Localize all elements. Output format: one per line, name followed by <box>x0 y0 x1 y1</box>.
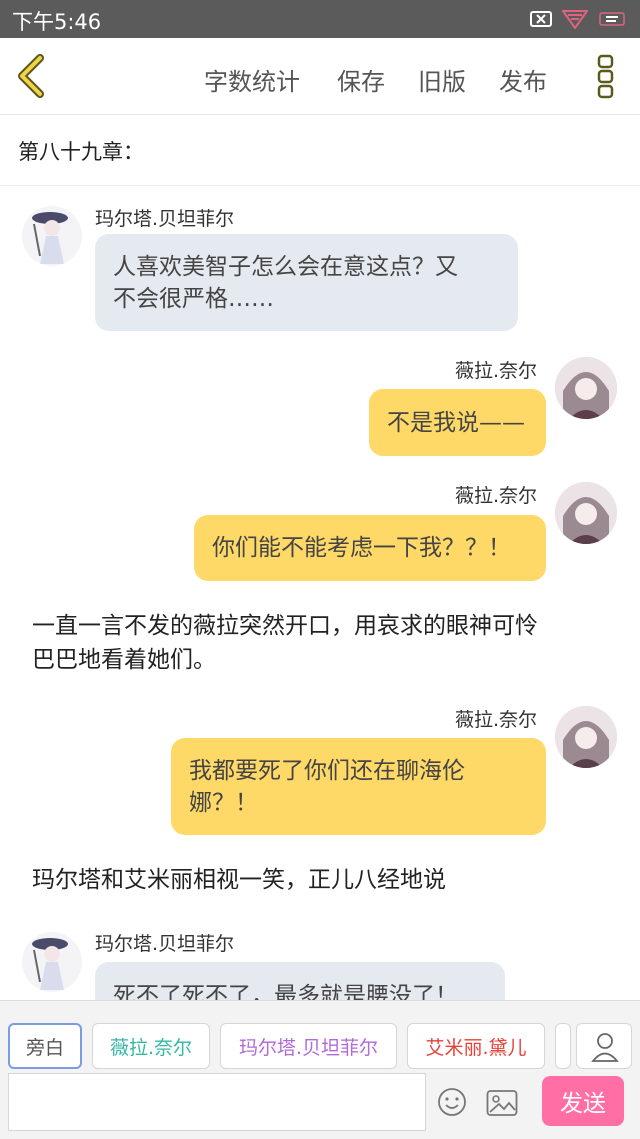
smile-icon <box>438 1088 466 1116</box>
status-bar: 下午5:46 <box>0 0 640 38</box>
image-icon <box>486 1090 518 1116</box>
back-button[interactable] <box>12 54 52 98</box>
avatar[interactable] <box>22 932 82 992</box>
speaker-name: 薇拉.奈尔 <box>455 709 538 731</box>
divider <box>0 185 640 186</box>
signal-icon <box>561 9 589 33</box>
battery-icon <box>598 9 628 33</box>
role-chip-label: 艾米丽.黛儿 <box>425 1036 527 1059</box>
old-version-button[interactable]: 旧版 <box>418 62 466 97</box>
add-role-button[interactable] <box>576 1023 632 1069</box>
bubble-text-line: 不会很严格…… <box>113 285 274 312</box>
notification-x-icon <box>530 10 552 32</box>
composer-bar: 旁白 薇拉.奈尔 玛尔塔.贝坦菲尔 艾米丽.黛儿 发送 <box>0 1000 640 1139</box>
user-icon <box>591 1033 619 1062</box>
narration-line: 一直一言不发的薇拉突然开口，用哀求的眼神可怜 <box>32 613 538 639</box>
editor-header: 字数统计 保存 旧版 发布 <box>0 38 640 115</box>
role-chip-martha[interactable]: 玛尔塔.贝坦菲尔 <box>220 1023 397 1069</box>
avatar[interactable] <box>555 357 617 419</box>
speaker-name: 薇拉.奈尔 <box>455 360 538 382</box>
send-button[interactable]: 发送 <box>542 1076 624 1126</box>
speaker-name: 玛尔塔.贝坦菲尔 <box>95 208 235 230</box>
bubble-text-line: 我都要死了你们还在聊海伦 <box>189 757 465 784</box>
more-menu-button[interactable] <box>596 54 616 100</box>
role-chip-emily[interactable]: 艾米丽.黛儿 <box>407 1023 545 1069</box>
bubble-text-line: 人喜欢美智子怎么会在意这点？又 <box>113 253 458 280</box>
status-time: 下午5:46 <box>12 10 102 34</box>
role-chip-label: 薇拉.奈尔 <box>109 1036 193 1059</box>
publish-button[interactable]: 发布 <box>499 62 547 97</box>
word-count-button[interactable]: 字数统计 <box>204 62 300 97</box>
chat-bubble[interactable]: 人喜欢美智子怎么会在意这点？又 不会很严格…… <box>95 234 518 331</box>
avatar[interactable] <box>22 206 82 266</box>
narration-text[interactable]: 一直一言不发的薇拉突然开口，用哀求的眼神可怜 巴巴地看着她们。 <box>32 609 612 677</box>
avatar[interactable] <box>555 706 617 768</box>
role-chip-label: 玛尔塔.贝坦菲尔 <box>238 1036 379 1059</box>
speaker-name: 玛尔塔.贝坦菲尔 <box>95 933 235 955</box>
role-chip-narration[interactable]: 旁白 <box>8 1023 82 1069</box>
role-chip-vera[interactable]: 薇拉.奈尔 <box>92 1023 210 1069</box>
vertical-dots-icon <box>597 54 614 99</box>
message-input[interactable] <box>8 1073 426 1131</box>
chapter-title[interactable]: 第八十九章： <box>18 136 144 166</box>
role-chip-label: 旁白 <box>25 1036 64 1059</box>
chat-bubble[interactable]: 不是我说—— <box>369 389 546 456</box>
insert-image-button[interactable] <box>486 1089 518 1117</box>
narration-text[interactable]: 玛尔塔和艾米丽相视一笑，正儿八经地说 <box>32 863 612 897</box>
emoji-button[interactable] <box>437 1087 467 1117</box>
bubble-text: 你们能不能考虑一下我？？！ <box>212 535 511 561</box>
status-icons <box>530 9 628 33</box>
bubble-text-line: 娜？！ <box>189 789 258 816</box>
save-button[interactable]: 保存 <box>337 62 385 97</box>
speaker-name: 薇拉.奈尔 <box>455 485 538 507</box>
chevron-left-icon <box>18 54 44 98</box>
narration-line: 巴巴地看着她们。 <box>32 647 216 673</box>
role-chip-partial[interactable] <box>555 1023 571 1069</box>
chat-bubble[interactable]: 我都要死了你们还在聊海伦 娜？！ <box>171 738 546 835</box>
avatar[interactable] <box>555 482 617 544</box>
bubble-text: 不是我说—— <box>387 409 525 436</box>
chat-bubble[interactable]: 你们能不能考虑一下我？？！ <box>194 515 546 581</box>
